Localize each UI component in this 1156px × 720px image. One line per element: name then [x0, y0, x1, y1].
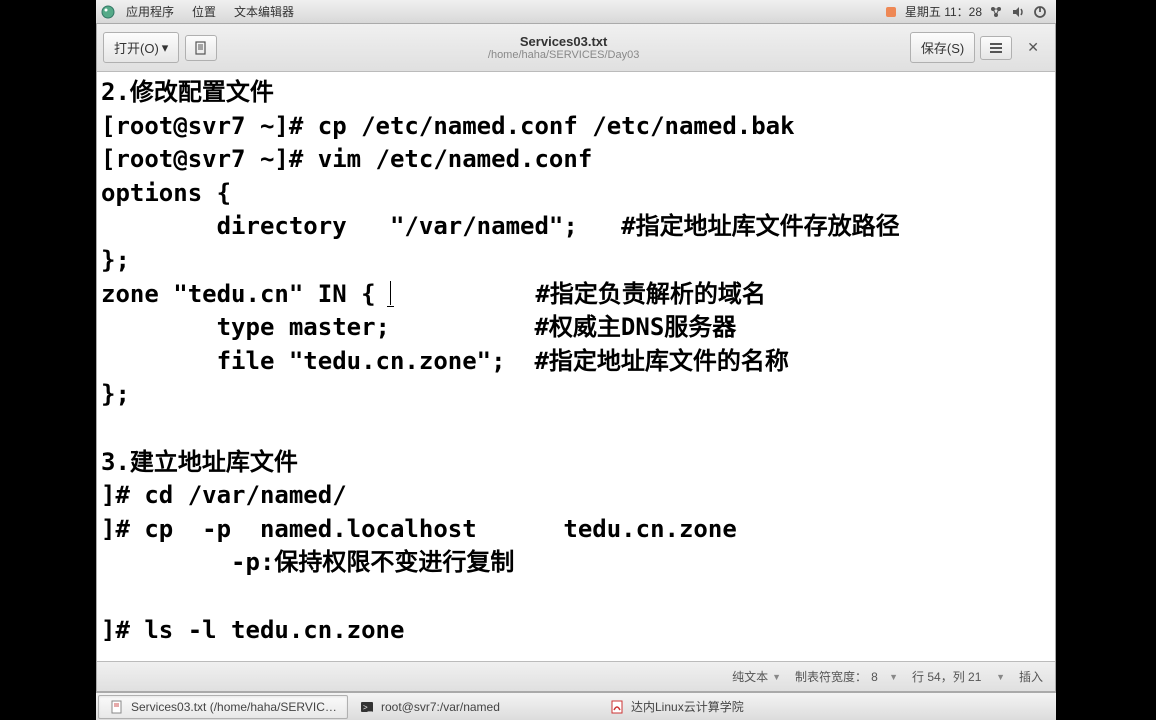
indicator-icon[interactable] — [883, 4, 899, 20]
hamburger-icon — [989, 42, 1003, 54]
terminal-icon: >_ — [359, 699, 375, 715]
svg-text:>_: >_ — [363, 703, 373, 712]
power-icon[interactable] — [1032, 4, 1048, 20]
system-logo-icon — [100, 4, 116, 20]
text-editor-icon — [109, 699, 125, 715]
hamburger-button[interactable] — [980, 36, 1012, 60]
status-bar: 纯文本▼ 制表符宽度：8 ▼ 行 54，列 21 ▼ 插入 — [97, 661, 1055, 691]
taskbar-label: root@svr7:/var/named — [381, 700, 500, 714]
top-panel: 应用程序 位置 文本编辑器 星期五 11：28 — [96, 0, 1056, 24]
chevron-down-icon: ▾ — [162, 40, 169, 56]
window-path: /home/haha/SERVICES/Day03 — [217, 49, 910, 61]
close-button[interactable]: ✕ — [1017, 35, 1049, 60]
taskbar: Services03.txt (/home/haha/SERVIC… >_ ro… — [96, 692, 1056, 720]
document-icon — [194, 41, 208, 55]
cursor-position[interactable]: 行 54，列 21 ▼ — [912, 668, 1005, 685]
open-button[interactable]: 打开(O) ▾ — [103, 32, 179, 63]
tab-width-selector[interactable]: 制表符宽度：8 ▼ — [795, 668, 898, 685]
menu-applications[interactable]: 应用程序 — [118, 0, 182, 23]
taskbar-item-editor[interactable]: Services03.txt (/home/haha/SERVIC… — [98, 695, 348, 719]
new-tab-button[interactable] — [185, 35, 217, 61]
insert-mode: 插入 — [1019, 668, 1043, 685]
save-button[interactable]: 保存(S) — [910, 32, 975, 63]
editor-window: 打开(O) ▾ Services03.txt /home/haha/SERVIC… — [96, 24, 1056, 692]
clock[interactable]: 星期五 11：28 — [905, 3, 982, 20]
menu-places[interactable]: 位置 — [184, 0, 224, 23]
taskbar-item-browser[interactable]: 达内Linux云计算学院 — [598, 694, 848, 719]
window-toolbar: 打开(O) ▾ Services03.txt /home/haha/SERVIC… — [97, 24, 1055, 72]
syntax-selector[interactable]: 纯文本▼ — [732, 668, 781, 685]
editor-content[interactable]: 2.修改配置文件 [root@svr7 ~]# cp /etc/named.co… — [97, 72, 1055, 661]
taskbar-item-terminal[interactable]: >_ root@svr7:/var/named — [348, 695, 598, 719]
pdf-icon — [609, 699, 625, 715]
network-icon[interactable] — [988, 4, 1004, 20]
window-title: Services03.txt — [217, 34, 910, 49]
taskbar-label: Services03.txt (/home/haha/SERVIC… — [131, 700, 337, 714]
menu-text-editor[interactable]: 文本编辑器 — [226, 0, 302, 23]
volume-icon[interactable] — [1010, 4, 1026, 20]
taskbar-label: 达内Linux云计算学院 — [631, 698, 744, 715]
